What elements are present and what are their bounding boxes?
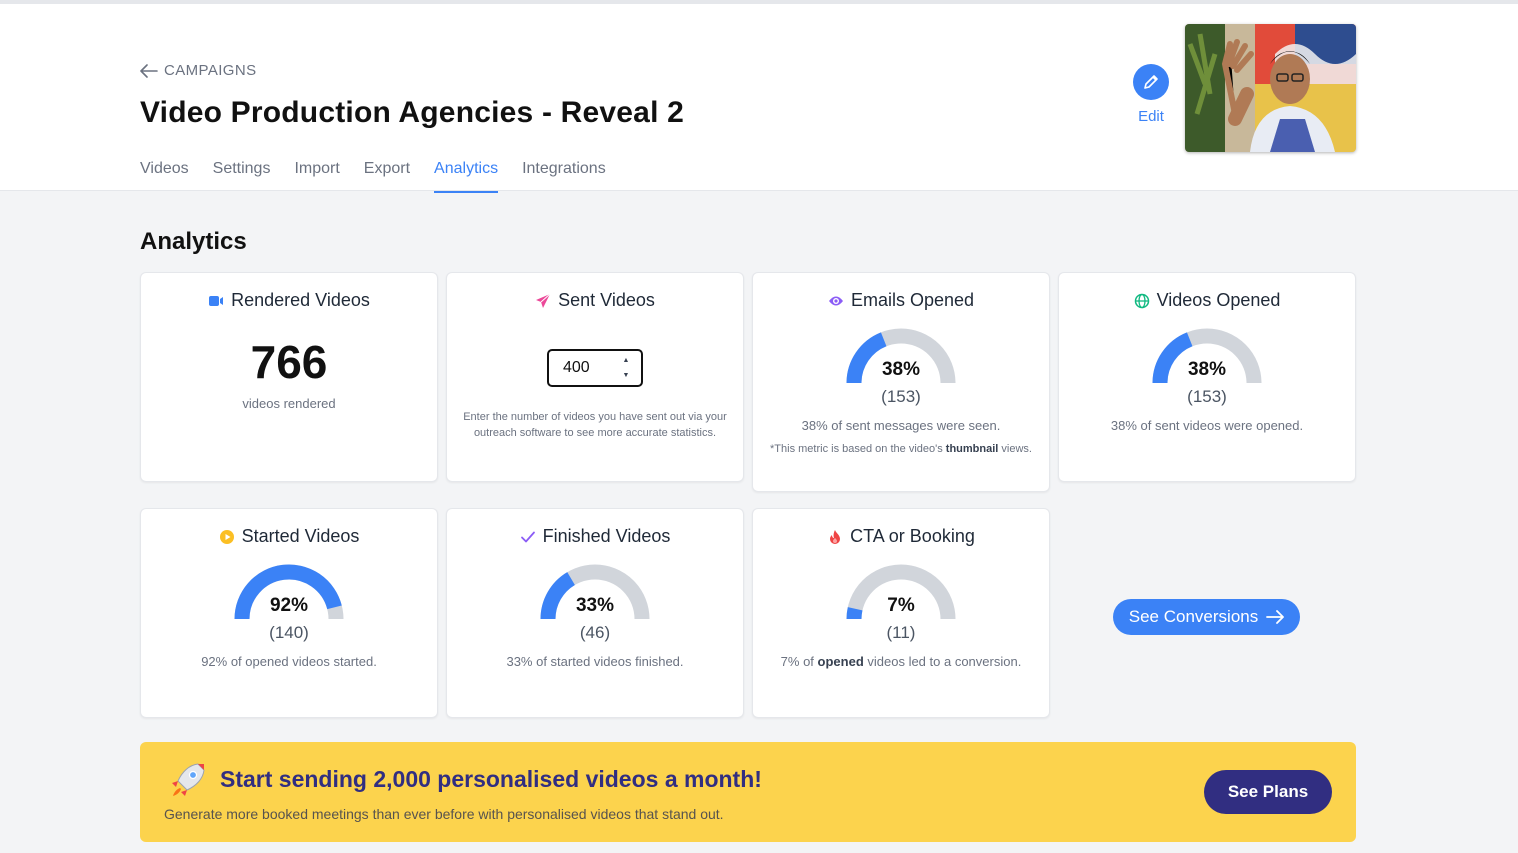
upgrade-banner: Start sending 2,000 personalised videos … (140, 742, 1356, 842)
play-circle-icon (219, 529, 234, 544)
eye-icon (828, 296, 843, 305)
card-title: Rendered Videos (231, 290, 370, 310)
see-conversions-label: See Conversions (1128, 607, 1259, 626)
gauge-percent: 33% (575, 595, 615, 616)
videos-opened-card: Videos Opened 38% (153) 38% of sent vide… (1058, 272, 1356, 482)
number-stepper[interactable]: ▲ ▼ (621, 357, 631, 379)
gauge-count: (153) (881, 387, 921, 406)
tab-import[interactable]: Import (294, 160, 339, 193)
tab-settings[interactable]: Settings (213, 160, 271, 193)
video-camera-icon (209, 295, 224, 306)
gauge-description: 92% of opened videos started. (201, 654, 377, 669)
card-title: CTA or Booking (850, 526, 975, 546)
gauge-count: (11) (886, 623, 916, 642)
sent-videos-card: Sent Videos ▲ ▼ Enter the number of vide… (446, 272, 744, 482)
globe-icon (1134, 293, 1149, 308)
metric-note: *This metric is based on the video's thu… (770, 443, 1032, 455)
edit-label: Edit (1138, 108, 1164, 125)
rendered-subtitle: videos rendered (242, 396, 336, 411)
stepper-up-icon[interactable]: ▲ (623, 357, 630, 364)
banner-subtitle: Generate more booked meetings than ever … (164, 806, 724, 822)
tab-integrations[interactable]: Integrations (522, 160, 606, 193)
tab-videos[interactable]: Videos (140, 160, 189, 193)
started-videos-card: Started Videos 92% (140) 92% of opened v… (140, 508, 438, 718)
see-conversions-button[interactable]: See Conversions (1113, 599, 1300, 635)
section-title: Analytics (140, 228, 247, 255)
emails-opened-card: Emails Opened 38% (153) 38% of sent mess… (752, 272, 1050, 492)
rendered-videos-card: Rendered Videos 766 videos rendered (140, 272, 438, 482)
card-title: Sent Videos (558, 290, 655, 310)
gauge-description: 38% of sent messages were seen. (801, 418, 1001, 433)
campaign-tabs: Videos Settings Import Export Analytics … (140, 160, 606, 193)
campaign-header: CAMPAIGNS Video Production Agencies - Re… (0, 0, 1518, 193)
rendered-count: 766 (250, 336, 328, 388)
gauge-description: 7% of opened videos led to a conversion. (780, 654, 1022, 669)
back-to-campaigns-link[interactable]: CAMPAIGNS (140, 62, 257, 79)
card-title: Started Videos (241, 526, 360, 546)
gauge-count: (140) (269, 623, 309, 642)
stepper-down-icon[interactable]: ▼ (623, 372, 630, 379)
gauge-count: (46) (579, 623, 611, 642)
pencil-icon (1133, 64, 1169, 100)
gauge-count: (153) (1187, 387, 1227, 406)
paper-plane-icon (536, 293, 551, 308)
gauge-description: 38% of sent videos were opened. (1110, 418, 1304, 433)
page-title: Video Production Agencies - Reveal 2 (140, 96, 685, 129)
card-title: Emails Opened (850, 290, 975, 310)
video-thumbnail[interactable] (1185, 24, 1356, 152)
back-label: CAMPAIGNS (164, 62, 257, 79)
cta-booking-card: CTA or Booking 7% (11) 7% of opened vide… (752, 508, 1050, 718)
arrow-right-icon (1266, 610, 1285, 624)
sent-hint: Enter the number of videos you have sent… (463, 411, 727, 439)
gauge-description: 33% of started videos finished. (506, 654, 684, 669)
rocket-icon (172, 763, 205, 796)
tab-export[interactable]: Export (364, 160, 410, 193)
finished-videos-card: Finished Videos 33% (46) 33% of started … (446, 508, 744, 718)
gauge-percent: 7% (887, 595, 915, 616)
fire-icon (830, 529, 841, 544)
tab-analytics[interactable]: Analytics (434, 160, 499, 193)
gauge-percent: 92% (269, 595, 309, 616)
check-icon (520, 531, 535, 542)
edit-button[interactable]: Edit (1133, 64, 1169, 125)
gauge-percent: 38% (1187, 359, 1227, 380)
banner-title: Start sending 2,000 personalised videos … (220, 766, 762, 792)
gauge-percent: 38% (881, 359, 921, 380)
see-plans-button[interactable]: See Plans (1204, 770, 1332, 814)
card-title: Videos Opened (1156, 290, 1281, 310)
arrow-left-icon (140, 63, 158, 78)
card-title: Finished Videos (542, 526, 671, 546)
